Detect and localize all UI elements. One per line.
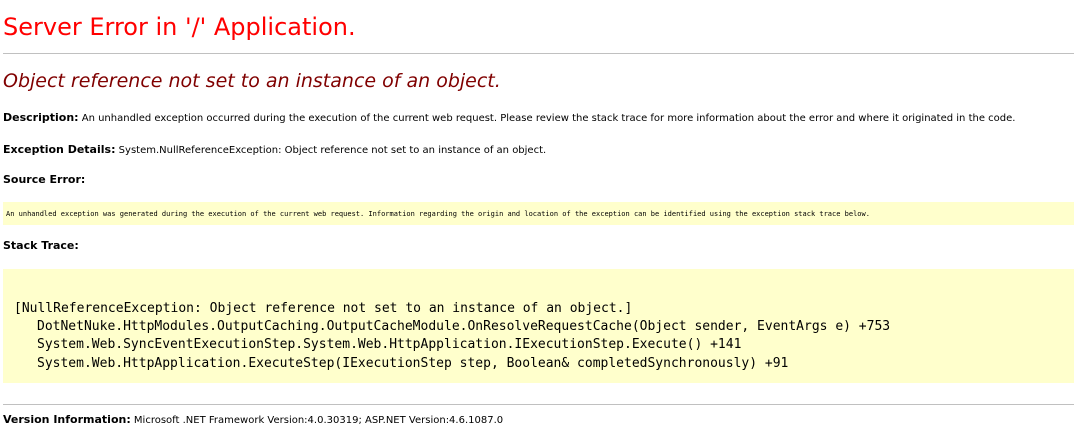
source-error-box: An unhandled exception was generated dur… [3,202,1074,225]
page-title: Server Error in '/' Application. [3,13,356,41]
description-text: An unhandled exception occurred during t… [81,113,1016,124]
stack-trace-line: System.Web.HttpApplication.ExecuteStep(I… [37,356,789,371]
title-divider [3,53,1074,54]
version-information-label: Version Information: [3,413,131,426]
description-row: Description: An unhandled exception occu… [3,111,1015,126]
footer-divider [3,404,1074,405]
source-error-label: Source Error: [3,173,86,186]
stack-trace-label: Stack Trace: [3,239,79,252]
version-information-text: Microsoft .NET Framework Version:4.0.303… [133,415,504,426]
exception-details-label: Exception Details: [3,143,116,156]
source-error-text: An unhandled exception was generated dur… [6,210,870,218]
version-information-row: Version Information: Microsoft .NET Fram… [3,413,503,428]
error-page: Server Error in '/' Application. Object … [0,0,1077,438]
stack-trace-line: DotNetNuke.HttpModules.OutputCaching.Out… [37,319,891,334]
error-message-heading: Object reference not set to an instance … [3,70,501,92]
stack-trace-box: [NullReferenceException: Object referenc… [3,269,1074,383]
stack-trace-line: System.Web.SyncEventExecutionStep.System… [37,337,742,352]
stack-trace-line: [NullReferenceException: Object referenc… [14,301,633,316]
exception-details-text: System.NullReferenceException: Object re… [118,145,547,156]
description-label: Description: [3,111,79,124]
exception-details-row: Exception Details: System.NullReferenceE… [3,143,546,158]
